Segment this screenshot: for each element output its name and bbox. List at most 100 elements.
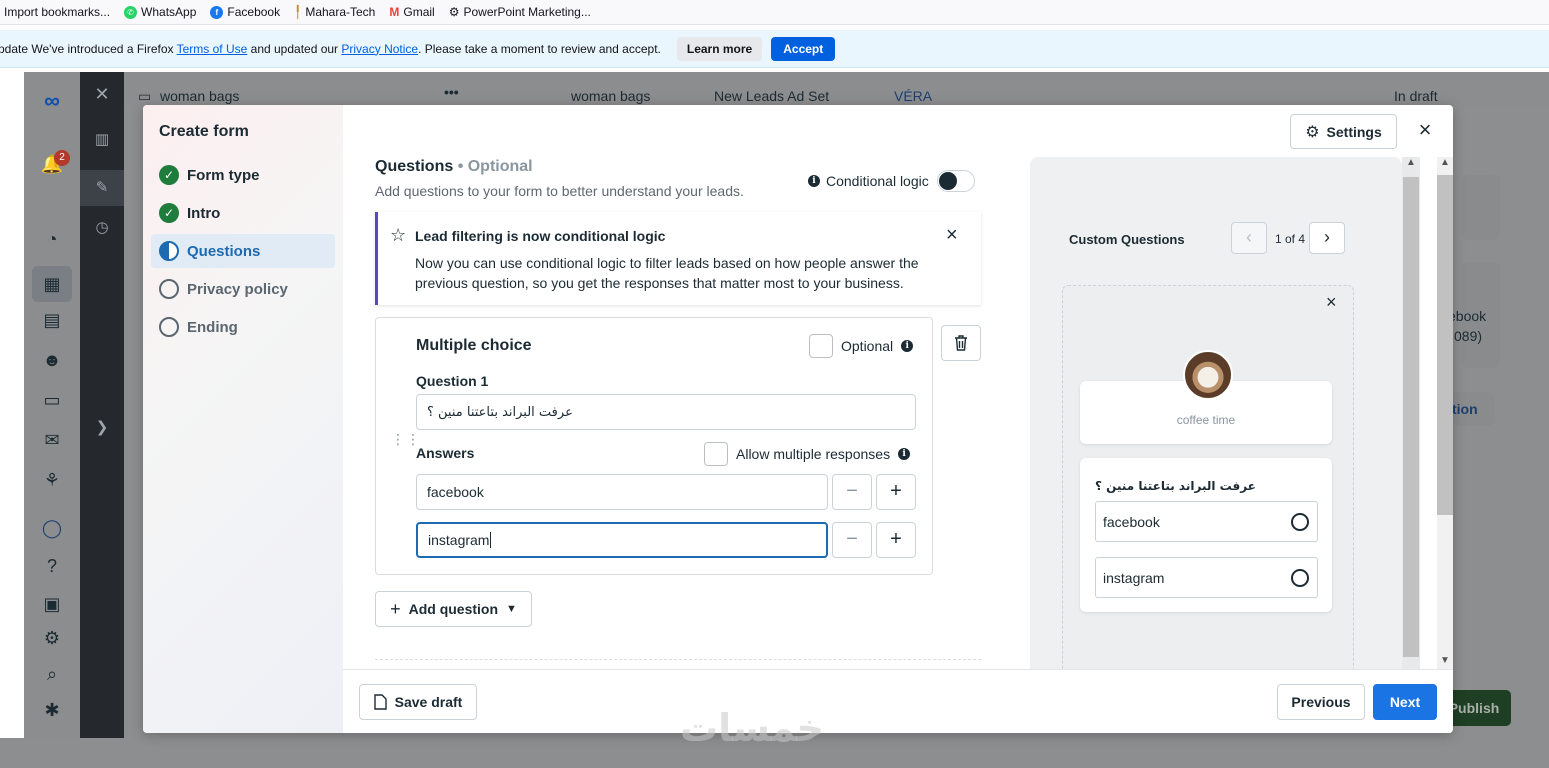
check-circle-icon: ✓ — [159, 203, 179, 223]
ads-table-icon[interactable]: ▦ — [32, 266, 72, 302]
news-icon[interactable]: ▣ — [24, 594, 80, 615]
question-label: Question 1 — [416, 373, 489, 389]
bookmark-label: Mahara-Tech — [305, 5, 376, 19]
bookmark-label: Facebook — [227, 5, 281, 19]
draft-status: In draft — [1394, 88, 1438, 104]
watermark-logo: خمسات — [680, 706, 824, 750]
pages-icon[interactable]: ▤ — [24, 310, 80, 331]
preview-next-button[interactable]: › — [1309, 222, 1345, 254]
drag-handle-icon[interactable]: ⋮⋮ — [391, 432, 421, 446]
preview-scrollbar-thumb[interactable] — [1403, 177, 1419, 657]
add-question-button[interactable]: + Add question ▼ — [375, 591, 532, 627]
openai-icon: ⚙ — [448, 5, 460, 19]
step-questions[interactable]: Questions — [151, 234, 335, 268]
scroll-up-icon[interactable]: ▲ — [1440, 157, 1450, 168]
questions-title: Questions — [375, 158, 454, 175]
more-icon[interactable]: ••• — [444, 84, 459, 100]
notifications-icon[interactable]: 🔔 — [24, 154, 80, 175]
history-icon[interactable]: ◷ — [80, 218, 124, 236]
questions-heading: Questions • Optional — [375, 158, 533, 176]
allow-multiple-checkbox[interactable] — [704, 442, 728, 466]
text-cursor — [490, 532, 492, 548]
step-label: Intro — [187, 204, 221, 222]
save-draft-button[interactable]: Save draft — [359, 684, 477, 720]
phone-preview: × coffee time عرفت البراند بتاعتنا منين … — [1062, 285, 1354, 685]
help-icon[interactable]: ? — [24, 556, 80, 577]
scroll-down-icon[interactable]: ▼ — [1440, 655, 1450, 666]
bookmark-whatsapp[interactable]: ✆ WhatsApp — [124, 5, 196, 19]
step-privacy-policy[interactable]: Privacy policy — [151, 272, 335, 306]
page-name: coffee time — [1176, 413, 1236, 427]
outer-scrollbar[interactable] — [1437, 157, 1453, 669]
step-label: Privacy policy — [187, 280, 288, 298]
mahara-icon: ╿ — [294, 5, 302, 19]
optional-checkbox[interactable] — [809, 334, 833, 358]
conditional-logic-toggle[interactable] — [936, 170, 975, 192]
preview-answer-option: facebook — [1095, 501, 1318, 542]
connections-icon[interactable]: ⚘ — [24, 470, 80, 491]
bug-icon[interactable]: ✱ — [24, 700, 80, 721]
bookmark-gmail[interactable]: M Gmail — [389, 5, 434, 19]
close-editor-icon[interactable]: ✕ — [80, 84, 124, 105]
settings-gear-icon[interactable]: ⚙ — [24, 628, 80, 649]
breadcrumb-ad[interactable]: VÉRA — [894, 88, 932, 104]
meta-logo-icon[interactable]: ∞ — [24, 88, 80, 114]
settings-button[interactable]: ⚙ Settings — [1290, 114, 1397, 149]
terms-of-use-link[interactable]: Terms of Use — [177, 42, 248, 56]
trash-icon — [955, 335, 967, 351]
info-icon[interactable]: i — [808, 175, 820, 187]
preview-scrollbar[interactable] — [1402, 157, 1420, 677]
delete-question-button[interactable] — [941, 325, 981, 361]
bookmark-label: Gmail — [403, 5, 435, 19]
dashboard-icon[interactable]: ◔ — [24, 229, 80, 250]
preview-prev-button[interactable]: ‹ — [1231, 222, 1267, 254]
bookmark-mahara[interactable]: ╿ Mahara-Tech — [294, 5, 375, 19]
step-intro[interactable]: ✓ Intro — [151, 196, 335, 230]
remove-answer-button[interactable]: − — [832, 522, 872, 558]
outer-scrollbar-thumb[interactable] — [1437, 175, 1453, 515]
search-icon[interactable]: ⌕ — [24, 664, 80, 685]
bookmark-import[interactable]: Import bookmarks... — [4, 5, 110, 19]
privacy-notice-link[interactable]: Privacy Notice — [341, 42, 418, 56]
answer-input-2[interactable]: instagram — [416, 522, 828, 558]
meta-ai-icon[interactable]: ◯ — [24, 518, 80, 539]
add-answer-button[interactable]: + — [876, 474, 916, 510]
form-preview-panel: Custom Questions ‹ 1 of 4 › × coffee tim… — [1030, 157, 1402, 685]
notification-count-badge: 2 — [54, 150, 70, 166]
bookmark-facebook[interactable]: f Facebook — [210, 5, 280, 19]
info-icon[interactable]: i — [901, 340, 914, 352]
info-icon[interactable]: i — [898, 448, 911, 460]
scroll-up-icon[interactable]: ▲ — [1406, 157, 1416, 168]
modal-footer: Save draft Previous Next — [343, 669, 1453, 733]
allow-multiple-control: Allow multiple responses i — [704, 442, 911, 466]
step-form-type[interactable]: ✓ Form type — [151, 158, 335, 192]
modal-title: Create form — [159, 123, 249, 140]
accept-button[interactable]: Accept — [771, 36, 836, 61]
step-ending[interactable]: Ending — [151, 310, 335, 344]
campaign-icon[interactable]: ✉ — [24, 430, 80, 451]
close-icon[interactable]: × — [1413, 119, 1437, 143]
bookmark-powerpoint[interactable]: ⚙ PowerPoint Marketing... — [449, 5, 591, 19]
edit-pencil-icon[interactable]: ✎ — [80, 170, 124, 206]
breadcrumb-adset[interactable]: New Leads Ad Set — [714, 88, 829, 104]
expand-arrow-icon[interactable]: ❯ — [80, 418, 124, 436]
bg-card-1 — [1462, 175, 1500, 240]
step-label: Questions — [187, 242, 261, 260]
chart-icon[interactable]: ▥ — [80, 130, 124, 148]
next-button[interactable]: Next — [1373, 684, 1437, 720]
banner-title: Lead filtering is now conditional logic — [415, 228, 666, 244]
add-answer-button[interactable]: + — [876, 522, 916, 558]
check-circle-icon: ✓ — [159, 165, 179, 185]
remove-answer-button[interactable]: − — [832, 474, 872, 510]
question-input[interactable]: عرفت البراند بتاعتنا منين ؟ — [416, 394, 916, 430]
previous-button[interactable]: Previous — [1277, 684, 1365, 720]
audience-icon[interactable]: ☻ — [24, 350, 80, 371]
answer-input-1[interactable]: facebook — [416, 474, 828, 510]
billing-icon[interactable]: ▭ — [24, 390, 80, 411]
breadcrumb-campaign[interactable]: woman bags — [571, 88, 650, 104]
half-circle-icon — [159, 241, 179, 261]
answer-value: instagram — [428, 532, 490, 548]
document-icon — [373, 694, 387, 710]
dismiss-banner-icon[interactable]: × — [946, 224, 958, 247]
learn-more-button[interactable]: Learn more — [676, 36, 763, 61]
